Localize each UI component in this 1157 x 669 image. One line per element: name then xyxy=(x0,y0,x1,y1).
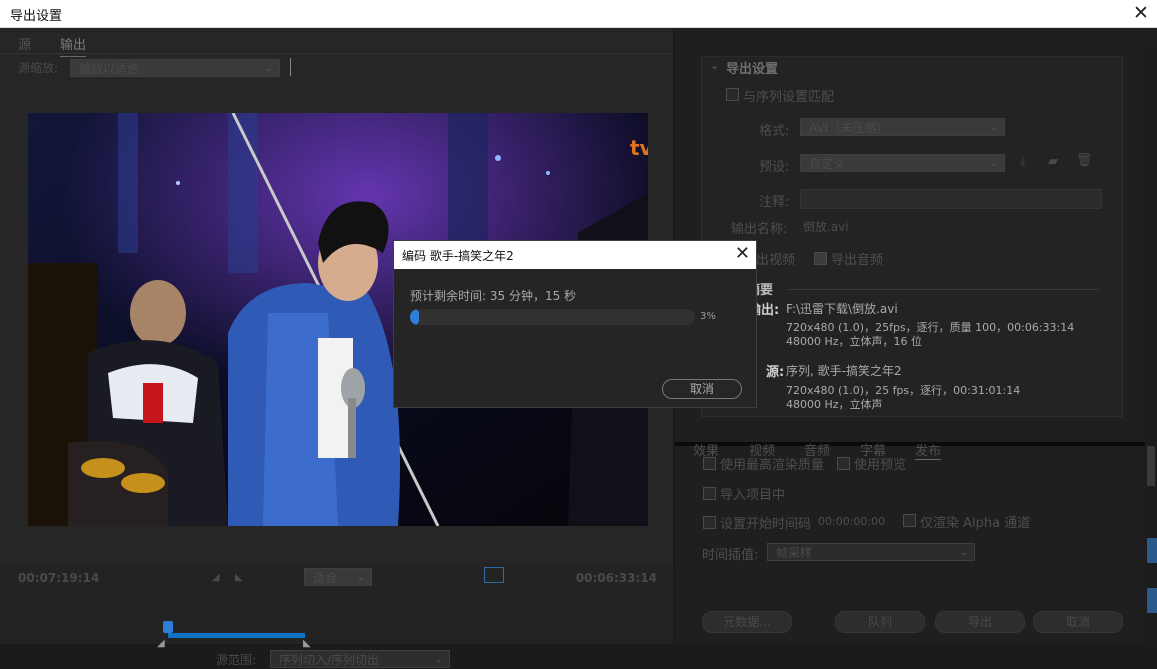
chevron-down-icon: ⌄ xyxy=(434,654,443,665)
time-interp-select[interactable]: 帧采样 ⌄ xyxy=(767,543,975,561)
crop-icon[interactable] xyxy=(484,567,504,583)
time-interp-label: 时间插值: xyxy=(702,548,759,563)
format-select[interactable]: AVI（未压缩） ⌄ xyxy=(800,118,1005,136)
chevron-down-icon: ⌄ xyxy=(989,122,998,133)
import-project-label: 导入项目中 xyxy=(720,488,786,503)
comment-label: 注释: xyxy=(759,195,790,210)
side-marker xyxy=(1147,538,1157,563)
encoding-dialog: 编码 歌手-搞笑之年2 ✕ 预计剩余时间: 35 分钟，15 秒 3% 取消 xyxy=(393,240,757,408)
encoding-progress-fill xyxy=(410,309,420,325)
render-alpha-label: 仅渲染 Alpha 通道 xyxy=(920,516,1031,531)
use-preview-label: 使用预览 xyxy=(854,458,907,473)
summary-source-label: 源: xyxy=(766,365,785,380)
comment-input[interactable] xyxy=(800,189,1102,209)
chevron-down-icon: ⌄ xyxy=(264,63,273,74)
export-button[interactable]: 导出 xyxy=(935,611,1025,633)
collapse-arrow-icon[interactable]: ⌄ xyxy=(710,59,719,72)
output-name-label: 输出名称: xyxy=(731,222,788,237)
time-remaining-text: 预计剩余时间: 35 分钟，15 秒 xyxy=(410,289,577,303)
time-interp-value: 帧采样 xyxy=(776,546,813,560)
chevron-down-icon: ⌄ xyxy=(959,547,968,558)
side-marker xyxy=(1147,588,1157,613)
preview-tabs: 源 输出 xyxy=(0,28,673,57)
tab-publish[interactable]: 发布 xyxy=(915,440,942,460)
delete-preset-icon[interactable]: 🗑 xyxy=(1076,153,1093,168)
work-area-bar[interactable] xyxy=(168,633,305,638)
match-sequence-checkbox[interactable] xyxy=(726,88,739,101)
source-scale-select[interactable]: 缩放以适合 ⌄ xyxy=(70,59,280,77)
zoom-fit-value: 适合 xyxy=(313,571,338,585)
format-value: AVI（未压缩） xyxy=(809,121,889,135)
source-range-label: 源范围: xyxy=(216,653,257,667)
timeline-panel: 00:07:19:14 ◢ ◣ 适合 ⌄ 00:06:33:14 ◢ ◣ 源范围… xyxy=(0,563,673,668)
chevron-down-icon: ⌄ xyxy=(356,572,365,583)
render-alpha-checkbox[interactable] xyxy=(903,514,916,527)
queue-button[interactable]: 队列 xyxy=(835,611,925,633)
dialog-close-icon[interactable]: ✕ xyxy=(735,243,750,264)
start-timecode-checkbox[interactable] xyxy=(703,516,716,529)
chevron-down-icon: ⌄ xyxy=(989,158,998,169)
window-titlebar: 导出设置 ✕ xyxy=(0,0,1157,28)
start-timecode-value[interactable]: 00:00:00:00 xyxy=(818,515,885,528)
set-in-icon[interactable]: ◢ xyxy=(212,572,220,583)
playhead-handle[interactable] xyxy=(163,621,173,633)
preset-label: 预设: xyxy=(759,160,790,175)
summary-output-path: F:\迅雷下载\倒放.avi xyxy=(786,302,898,316)
channel-logo: tv xyxy=(630,136,648,160)
source-scale-value: 缩放以适合 xyxy=(79,62,140,76)
scrollbar-thumb[interactable] xyxy=(1147,446,1155,486)
window-title: 导出设置 xyxy=(10,9,63,24)
source-range-select[interactable]: 序列切入/序列切出 ⌄ xyxy=(270,650,450,668)
encoding-progress-bar xyxy=(410,309,695,325)
window-close-icon[interactable]: ✕ xyxy=(1125,0,1157,27)
cursor-divider xyxy=(290,58,291,76)
metadata-button[interactable]: 元数据... xyxy=(702,611,792,633)
timecode-current: 00:07:19:14 xyxy=(18,571,100,585)
save-preset-icon[interactable]: ⤓ xyxy=(1020,154,1026,169)
output-name-link[interactable]: 倒放.avi xyxy=(803,218,849,235)
summary-divider xyxy=(788,289,1099,290)
max-render-label: 使用最高渲染质量 xyxy=(720,458,825,473)
export-settings-panel: ⌄ 导出设置 与序列设置匹配 格式: AVI（未压缩） ⌄ 预设: 自定义 ⌄ … xyxy=(701,56,1123,417)
summary-source-audio: 48000 Hz，立体声 xyxy=(786,398,883,411)
max-render-checkbox[interactable] xyxy=(703,457,716,470)
source-scale-label: 源缩放: xyxy=(18,61,59,75)
start-timecode-label: 设置开始时间码 xyxy=(720,517,812,532)
section-title: 导出设置 xyxy=(726,62,779,77)
set-out-icon[interactable]: ◣ xyxy=(235,572,243,583)
cancel-button[interactable]: 取消 xyxy=(1033,611,1123,633)
summary-output-audio: 48000 Hz，立体声，16 位 xyxy=(786,335,923,348)
zoom-fit-select[interactable]: 适合 ⌄ xyxy=(304,568,372,586)
use-preview-checkbox[interactable] xyxy=(837,457,850,470)
match-sequence-label: 与序列设置匹配 xyxy=(743,90,835,105)
preset-value: 自定义 xyxy=(809,157,846,171)
export-audio-label: 导出音频 xyxy=(831,253,884,268)
encoding-dialog-title: 编码 歌手-搞笑之年2 xyxy=(402,249,514,263)
preset-select[interactable]: 自定义 ⌄ xyxy=(800,154,1005,172)
timecode-duration: 00:06:33:14 xyxy=(575,571,657,585)
export-audio-checkbox[interactable] xyxy=(814,252,827,265)
tab-source[interactable]: 源 xyxy=(18,34,31,53)
progress-percent: 3% xyxy=(700,311,716,322)
tab-output[interactable]: 输出 xyxy=(60,34,87,57)
summary-source-name: 序列, 歌手-搞笑之年2 xyxy=(786,364,902,378)
source-range-value: 序列切入/序列切出 xyxy=(279,653,380,667)
import-preset-icon[interactable]: ▰ xyxy=(1048,154,1058,169)
encoding-dialog-header: 编码 歌手-搞笑之年2 ✕ xyxy=(394,241,756,269)
dialog-cancel-button[interactable]: 取消 xyxy=(662,379,742,399)
source-scale-row: 源缩放: 缩放以适合 ⌄ xyxy=(0,56,673,80)
import-project-checkbox[interactable] xyxy=(703,487,716,500)
format-label: 格式: xyxy=(759,124,790,139)
